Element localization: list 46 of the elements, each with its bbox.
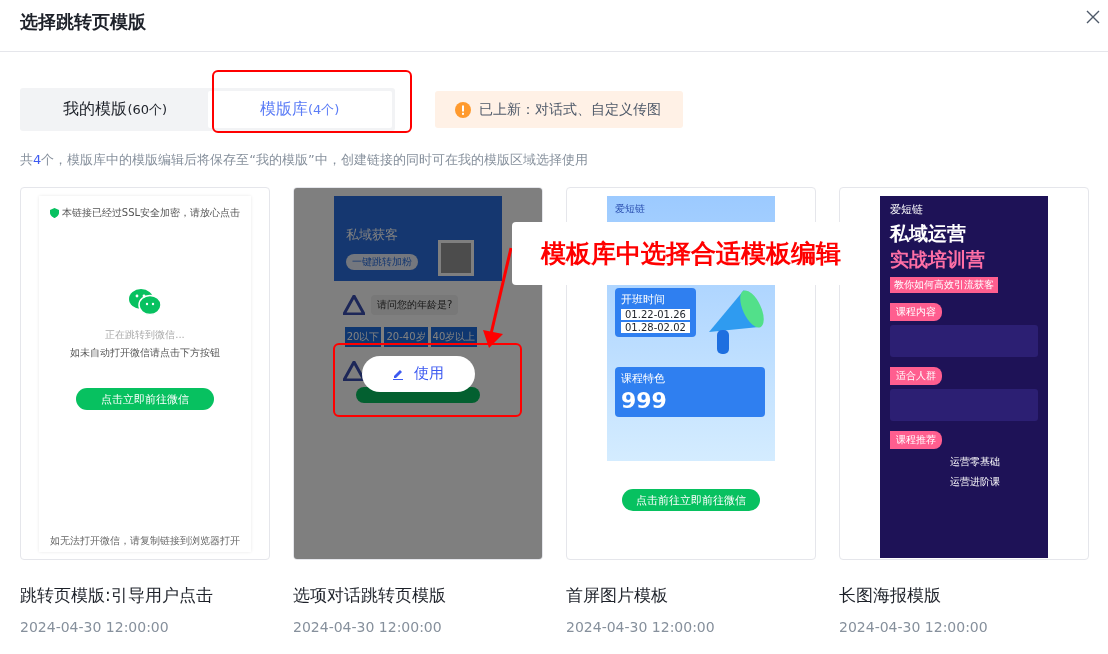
- template-name: 首屏图片模板: [566, 584, 669, 607]
- warning-icon: [455, 101, 471, 118]
- section-tag: 课程推荐: [890, 431, 942, 449]
- banner-headline: 私域获客: [346, 226, 398, 244]
- date-text: 01.22-01.26: [621, 309, 690, 320]
- template-name: 选项对话跳转页模版: [293, 584, 447, 607]
- section-tag: 课程内容: [890, 303, 942, 321]
- brand-logo: 爱短链: [890, 202, 923, 217]
- brand-logo: 爱短链: [615, 202, 645, 216]
- template-date: 2024-04-30 12:00:00: [20, 619, 170, 635]
- template-card[interactable]: 本链接已经过SSL安全加密，请放心点击 正在跳转到微信... 如未自动打开微信请点击下方按钮 点击立即前往微信 如无法打开微信，请复制链接到浏览器打开: [20, 187, 270, 560]
- option-chip: 40岁以上: [430, 327, 478, 347]
- qr-code-image: [438, 240, 474, 276]
- question-bubble: 请问您的年龄是?: [371, 295, 459, 315]
- chat-bubbles-icon: [128, 288, 162, 316]
- course-item: 运营零基础: [950, 455, 1000, 469]
- secure-text: 本链接已经过SSL安全加密，请放心点击: [61, 206, 241, 220]
- notice-text: 已上新：对话式、自定义传图: [479, 100, 661, 119]
- date-text: 01.28-02.02: [621, 322, 690, 333]
- summary-text: 共4个，模版库中的模版编辑后将保存至“我的模版”中，创建链接的同时可在我的模版区域选择使用: [20, 151, 589, 169]
- dialog-title: 选择跳转页模版: [20, 9, 146, 34]
- panel-title: 开班时间: [621, 292, 666, 307]
- close-icon[interactable]: [1086, 10, 1100, 24]
- template-name: 长图海报模版: [839, 584, 942, 607]
- poster-title: 私域运营: [890, 221, 966, 246]
- shield-icon: [49, 208, 59, 218]
- template-date: 2024-04-30 12:00:00: [566, 619, 716, 635]
- template-date: 2024-04-30 12:00:00: [839, 619, 989, 635]
- section-tag: 适合人群: [890, 367, 942, 385]
- tab[interactable]: 模版库(4个): [207, 91, 392, 128]
- price-text: 999: [621, 388, 668, 413]
- option-chip: 20以下: [344, 327, 382, 347]
- poster-subtitle: 教你如何高效引流获客: [890, 277, 998, 293]
- open-button: 点击立即前往微信: [76, 388, 214, 410]
- footer-text: 如无法打开微信，请复制链接到浏览器打开: [50, 534, 240, 548]
- template-name: 跳转页模版:引导用户点击: [20, 584, 214, 607]
- panel-title: 课程特色: [621, 371, 666, 386]
- edit-icon: [392, 367, 404, 380]
- hint-text: 如未自动打开微信请点击下方按钮: [70, 346, 220, 360]
- option-chip: 20-40岁: [384, 327, 428, 347]
- template-date: 2024-04-30 12:00:00: [293, 619, 443, 635]
- course-item: 运营进阶课: [950, 475, 1000, 489]
- open-button: 点击前往立即前往微信: [622, 489, 760, 511]
- poster-title: 实战培训营: [890, 247, 985, 272]
- tab[interactable]: 我的模版(60个): [23, 91, 208, 128]
- status-text: 正在跳转到微信...: [105, 328, 185, 342]
